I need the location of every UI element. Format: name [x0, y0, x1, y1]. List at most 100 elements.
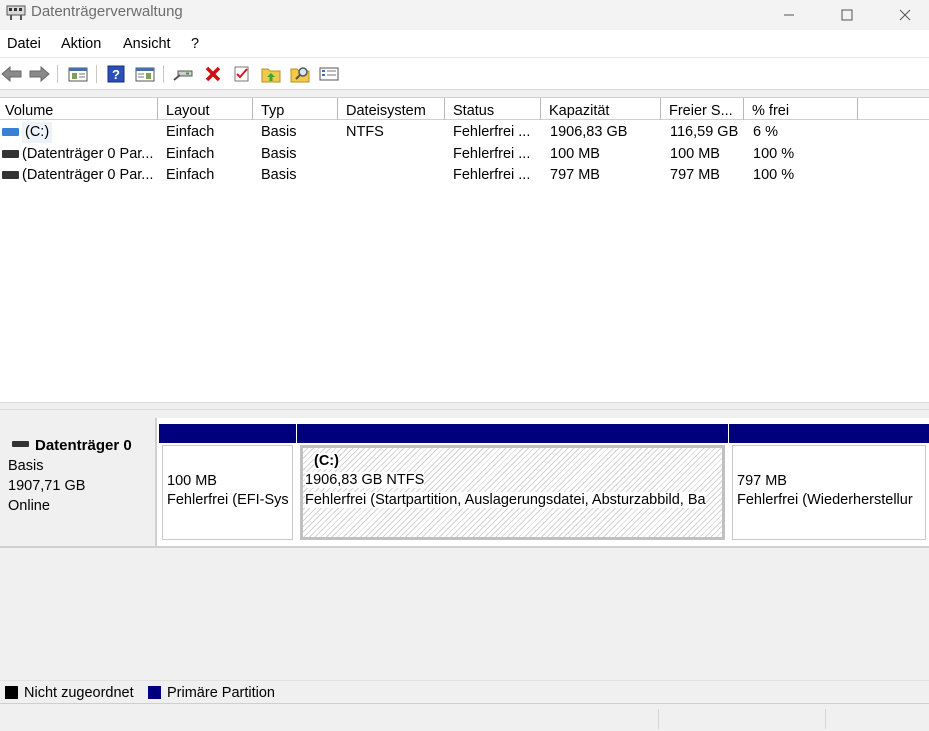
menu-help[interactable]: ?	[191, 36, 199, 52]
cell-prozent-frei: 6 %	[753, 124, 778, 140]
folder-search-icon[interactable]	[289, 63, 311, 85]
partition-recovery[interactable]: 797 MB Fehlerfrei (Wiederherstellur	[729, 424, 929, 542]
cell-layout: Einfach	[166, 167, 215, 183]
table-row[interactable]: (Datenträger 0 Par... Einfach Basis Fehl…	[0, 144, 929, 165]
disk-size: 1907,71 GB	[8, 478, 86, 494]
partition-size: 1906,83 GB NTFS	[305, 472, 425, 488]
title-bar: Datenträgerverwaltung	[0, 0, 929, 30]
legend-label-primary: Primäre Partition	[167, 685, 275, 701]
partition-efi[interactable]: 100 MB Fehlerfrei (EFI-Sys	[159, 424, 296, 542]
maximize-button[interactable]	[818, 0, 876, 30]
column-header-typ[interactable]: Typ	[256, 98, 338, 120]
partition-color-bar	[297, 424, 728, 443]
partition-color-bar	[729, 424, 929, 443]
toolbar-separator	[57, 65, 58, 83]
cell-kapazitaet: 797 MB	[550, 167, 600, 183]
partition-status: Fehlerfrei (EFI-Sys	[167, 492, 289, 508]
close-button[interactable]	[876, 0, 929, 30]
toolbar: ?	[0, 58, 929, 90]
legend-swatch-unallocated	[5, 686, 18, 699]
table-row[interactable]: (Datenträger 0 Par... Einfach Basis Fehl…	[0, 165, 929, 186]
cell-dateisystem: NTFS	[346, 124, 384, 140]
column-header-dateisystem[interactable]: Dateisystem	[341, 98, 445, 120]
partition-color-bar	[159, 424, 296, 443]
table-row[interactable]: (C:) Einfach Basis NTFS Fehlerfrei ... 1…	[0, 122, 929, 143]
partition-size: 797 MB	[737, 473, 787, 489]
cell-volume: (Datenträger 0 Par...	[22, 167, 154, 183]
partition-body: 797 MB Fehlerfrei (Wiederherstellur	[732, 445, 926, 540]
svg-text:?: ?	[112, 67, 120, 82]
cell-volume: (C:)	[22, 122, 53, 143]
partition-body: 100 MB Fehlerfrei (EFI-Sys	[162, 445, 293, 540]
disk-name: Datenträger 0	[35, 437, 132, 454]
back-arrow-icon[interactable]	[1, 63, 23, 85]
volume-drive-icon	[2, 171, 19, 179]
menu-bar: Datei Aktion Ansicht ?	[0, 30, 929, 58]
cell-freier-speicher: 116,59 GB	[670, 124, 739, 140]
minimize-button[interactable]	[760, 0, 818, 30]
forward-arrow-icon[interactable]	[28, 63, 50, 85]
column-header-volume[interactable]: Volume	[0, 98, 158, 120]
cell-prozent-frei: 100 %	[753, 167, 795, 183]
menu-aktion[interactable]: Aktion	[61, 36, 101, 52]
menu-ansicht[interactable]: Ansicht	[123, 36, 171, 52]
toolbar-separator	[163, 65, 164, 83]
cell-status: Fehlerfrei ...	[453, 167, 531, 183]
column-header-layout[interactable]: Layout	[161, 98, 253, 120]
partition-label: (C:)	[314, 453, 339, 469]
status-bar	[0, 705, 929, 731]
volume-drive-icon	[2, 150, 19, 158]
partition-strip: 100 MB Fehlerfrei (EFI-Sys (C:) 1906,83 …	[157, 418, 929, 548]
pane-splitter[interactable]	[0, 402, 929, 410]
show-hide-console-tree-icon[interactable]	[67, 63, 89, 85]
cell-status: Fehlerfrei ...	[453, 146, 531, 162]
partition-body-selected: (C:) 1906,83 GB NTFS Fehlerfrei (Startpa…	[300, 445, 725, 540]
legend-label-unallocated: Nicht zugeordnet	[24, 685, 134, 701]
volume-list: Volume Layout Typ Dateisystem Status Kap…	[0, 97, 929, 402]
cell-layout: Einfach	[166, 146, 215, 162]
cell-freier-speicher: 797 MB	[670, 167, 720, 183]
window-title: Datenträgerverwaltung	[31, 3, 183, 20]
disk-management-icon	[6, 5, 26, 20]
disk-info-panel[interactable]: Datenträger 0 Basis 1907,71 GB Online	[0, 418, 157, 548]
disk-state: Online	[8, 498, 50, 514]
cell-volume: (Datenträger 0 Par...	[22, 146, 154, 162]
cell-freier-speicher: 100 MB	[670, 146, 720, 162]
cell-layout: Einfach	[166, 124, 215, 140]
connect-drive-icon[interactable]	[172, 63, 194, 85]
column-header-status[interactable]: Status	[448, 98, 541, 120]
partition-c[interactable]: (C:) 1906,83 GB NTFS Fehlerfrei (Startpa…	[297, 424, 728, 542]
cell-prozent-frei: 100 %	[753, 146, 795, 162]
cell-kapazitaet: 100 MB	[550, 146, 600, 162]
maximize-icon	[841, 9, 853, 21]
delete-icon[interactable]	[202, 63, 224, 85]
partition-status: Fehlerfrei (Startpartition, Auslagerungs…	[305, 492, 706, 508]
list-view-icon[interactable]	[318, 63, 340, 85]
check-properties-icon[interactable]	[231, 63, 253, 85]
disk-view: Datenträger 0 Basis 1907,71 GB Online 10…	[0, 410, 929, 680]
toolbar-separator	[96, 65, 97, 83]
legend-swatch-primary	[148, 686, 161, 699]
column-header-prozent-frei[interactable]: % frei	[747, 98, 858, 120]
folder-up-icon[interactable]	[260, 63, 282, 85]
minimize-icon	[784, 14, 794, 16]
cell-typ: Basis	[261, 146, 297, 162]
volume-drive-icon	[2, 128, 19, 136]
status-separator	[825, 709, 826, 729]
cell-kapazitaet: 1906,83 GB	[550, 124, 628, 140]
partition-status: Fehlerfrei (Wiederherstellur	[737, 492, 913, 508]
disk-type: Basis	[8, 458, 44, 474]
column-header-freier-speicher[interactable]: Freier S...	[664, 98, 744, 120]
cell-typ: Basis	[261, 124, 297, 140]
close-icon	[899, 9, 911, 21]
status-separator	[658, 709, 659, 729]
column-header-kapazitaet[interactable]: Kapazität	[544, 98, 661, 120]
cell-typ: Basis	[261, 167, 297, 183]
list-header: Volume Layout Typ Dateisystem Status Kap…	[0, 97, 929, 120]
menu-datei[interactable]: Datei	[7, 36, 41, 52]
properties-pane-icon[interactable]	[134, 63, 156, 85]
help-icon[interactable]: ?	[105, 63, 127, 85]
legend: Nicht zugeordnet Primäre Partition	[0, 680, 929, 704]
cell-status: Fehlerfrei ...	[453, 124, 531, 140]
hard-disk-icon	[12, 441, 29, 447]
